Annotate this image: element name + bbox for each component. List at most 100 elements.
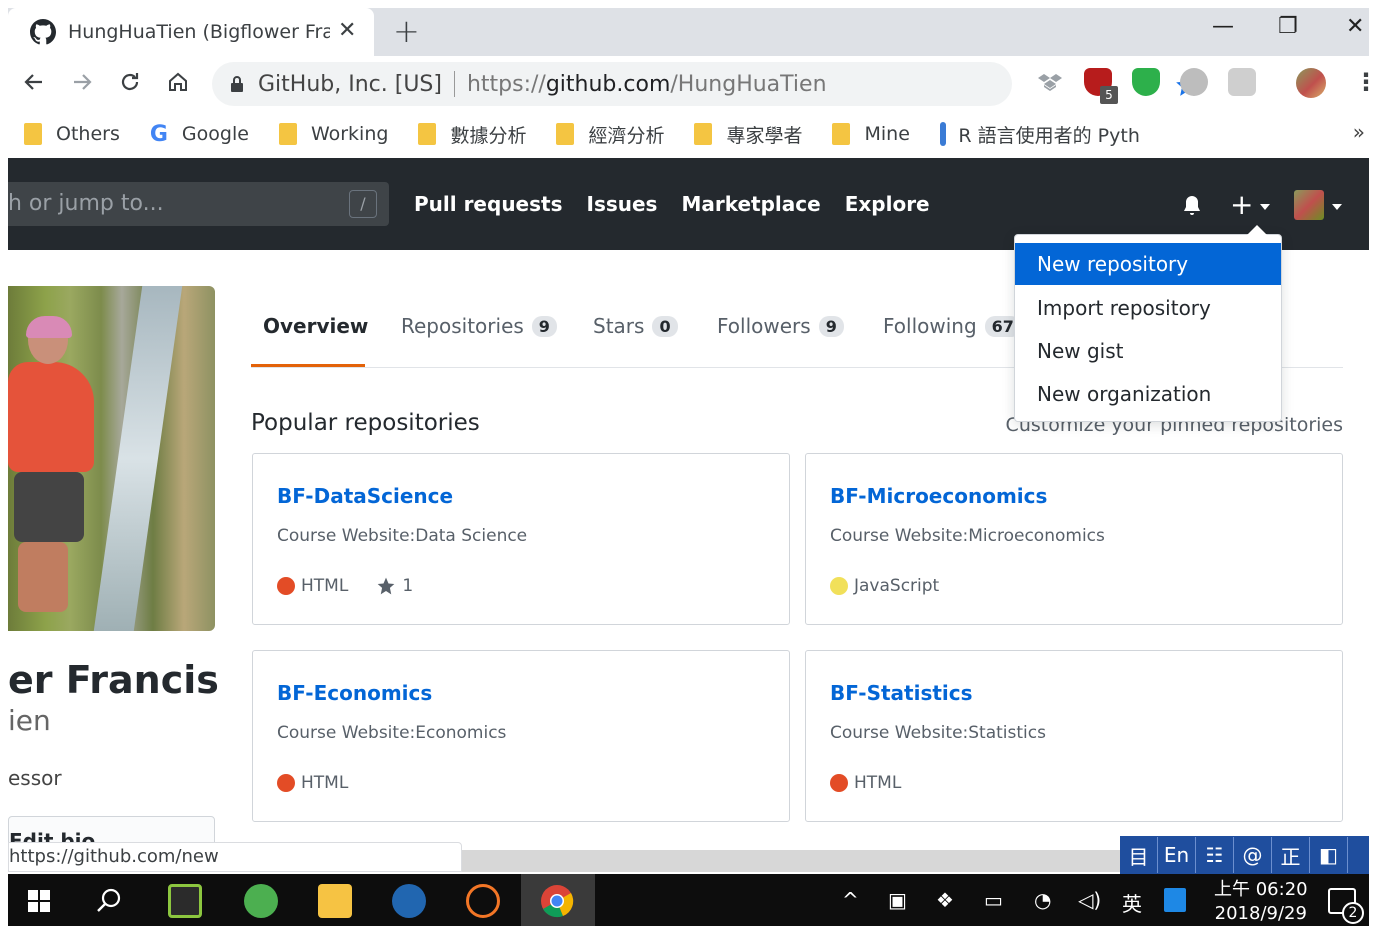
ime-width-icon[interactable]: ◧	[1310, 837, 1348, 873]
folder-icon	[832, 123, 851, 145]
horizontal-scrollbar[interactable]	[462, 850, 1122, 872]
create-new-button[interactable]: +	[1230, 188, 1253, 221]
tray-chevron-up-icon[interactable]: ^	[842, 888, 859, 912]
tray-volume-icon[interactable]: ◁)	[1078, 888, 1101, 912]
search-placeholder: h or jump to...	[8, 191, 164, 216]
repo-meta: HTML 1	[277, 576, 413, 596]
browser-tab[interactable]: HungHuaTien (Bigflower Franci ✕	[8, 8, 374, 56]
tab-repositories[interactable]: Repositories 9	[401, 314, 557, 338]
restore-icon[interactable]: ❐	[1278, 14, 1298, 39]
nav-marketplace[interactable]: Marketplace	[681, 192, 820, 216]
search-icon[interactable]	[96, 888, 122, 914]
menu-item-new-gist[interactable]: New gist	[1015, 330, 1281, 372]
menu-item-new-repository[interactable]: New repository	[1015, 243, 1281, 285]
repo-meta: JavaScript	[830, 576, 939, 596]
extension-badge: 5	[1100, 86, 1118, 104]
menu-icon[interactable]: ⋮	[1354, 68, 1377, 96]
shield-extension-icon[interactable]	[1132, 68, 1160, 96]
chrome-app-icon[interactable]	[540, 884, 574, 918]
repo-card: BF-DataScience Course Website:Data Scien…	[252, 453, 790, 625]
tab-followers[interactable]: Followers 9	[717, 314, 844, 338]
star-icon	[377, 577, 395, 595]
repo-language: HTML	[301, 576, 349, 596]
file-explorer-icon[interactable]	[318, 884, 352, 918]
back-arrow-icon	[24, 74, 42, 90]
camtasia-app-icon[interactable]	[168, 884, 202, 918]
repo-meta: HTML	[277, 773, 348, 793]
bookmarks-overflow-icon[interactable]: »	[1353, 120, 1365, 144]
bookmark-mine[interactable]: Mine	[832, 123, 910, 145]
repo-description: Course Website:Statistics	[830, 723, 1046, 743]
tray-battery-icon[interactable]: ▭	[984, 888, 1003, 912]
folder-icon	[556, 123, 575, 145]
repo-link[interactable]: BF-Economics	[277, 681, 432, 705]
search-input[interactable]: h or jump to... /	[8, 182, 389, 226]
folder-icon	[24, 123, 42, 145]
nav-issues[interactable]: Issues	[587, 192, 658, 216]
back-button[interactable]	[18, 66, 50, 98]
tray-screen-icon[interactable]: ▣	[888, 888, 907, 912]
user-avatar[interactable]	[1294, 190, 1324, 220]
repo-card: BF-Microeconomics Course Website:Microec…	[805, 453, 1343, 625]
status-bar-url: https://github.com/new	[8, 842, 462, 872]
jupyter-app-icon[interactable]	[466, 884, 500, 918]
reload-button[interactable]	[114, 66, 146, 98]
bookmark-working[interactable]: Working	[278, 123, 388, 145]
repo-meta: HTML	[830, 773, 901, 793]
photo-calf	[18, 542, 68, 612]
folder-icon	[694, 123, 713, 145]
tab-label: Stars	[593, 314, 645, 338]
menu-item-new-organization[interactable]: New organization	[1015, 373, 1281, 415]
grey-extension-icon[interactable]	[1180, 68, 1208, 96]
minimize-icon[interactable]: —	[1212, 14, 1234, 39]
tab-label: Repositories	[401, 314, 524, 338]
repo-language: JavaScript	[854, 576, 940, 596]
taskbar-clock[interactable]: 上午 06:20 2018/9/29	[1214, 878, 1308, 926]
ime-symbol-icon[interactable]: @	[1234, 837, 1272, 873]
tray-note-icon[interactable]	[1164, 888, 1186, 912]
notifications-bell-icon[interactable]	[1180, 194, 1204, 218]
bookmark-others[interactable]: Others	[24, 123, 120, 145]
windows-start-icon[interactable]	[28, 890, 50, 912]
ime-english-toggle[interactable]: En	[1158, 837, 1196, 873]
home-button[interactable]	[162, 66, 194, 98]
menu-item-import-repository[interactable]: Import repository	[1015, 287, 1281, 329]
repo-stars-link[interactable]: 1	[376, 576, 413, 596]
ime-traditional-toggle[interactable]: 正	[1272, 837, 1310, 873]
tab-overview[interactable]: Overview	[263, 314, 368, 338]
ime-layout-icon[interactable]: ☷	[1196, 837, 1234, 873]
dropbox-extension-icon[interactable]	[1036, 68, 1064, 96]
close-tab-icon[interactable]: ✕	[338, 18, 356, 43]
bookmark-data-analysis[interactable]: 數據分析	[418, 121, 526, 148]
tab-stars[interactable]: Stars 0	[593, 314, 678, 338]
atom-app-icon[interactable]	[244, 884, 278, 918]
bookmark-google[interactable]: G Google	[150, 122, 249, 147]
language-color-dot	[277, 774, 295, 792]
bookmark-experts[interactable]: 專家學者	[694, 121, 802, 148]
address-bar[interactable]: GitHub, Inc. [US] https:// github.com /H…	[212, 62, 1198, 106]
language-color-dot	[277, 577, 295, 595]
tab-following[interactable]: Following 67	[883, 314, 1021, 338]
forward-button[interactable]	[66, 66, 98, 98]
tray-ime-indicator[interactable]: 英	[1122, 888, 1142, 917]
bookmark-economic-analysis[interactable]: 經濟分析	[556, 121, 664, 148]
tray-dropbox-icon[interactable]: ❖	[936, 888, 954, 912]
profile-name: er Francis	[8, 658, 219, 702]
r-app-icon[interactable]	[392, 884, 426, 918]
window-close-icon[interactable]: ✕	[1346, 14, 1364, 39]
new-tab-button[interactable]: +	[393, 12, 420, 50]
pdf-extension-icon[interactable]	[1228, 68, 1256, 96]
nav-explore[interactable]: Explore	[845, 192, 930, 216]
repo-card: BF-Statistics Course Website:Statistics …	[805, 650, 1343, 822]
repo-link[interactable]: BF-Statistics	[830, 681, 973, 705]
repo-link[interactable]: BF-Microeconomics	[830, 484, 1047, 508]
tab-label: Followers	[717, 314, 811, 338]
tab-label: Following	[883, 314, 977, 338]
bookmark-r-python[interactable]: R 語言使用者的 Pyth	[939, 121, 1140, 148]
profile-avatar[interactable]	[1296, 68, 1326, 98]
ime-mode-icon[interactable]: 目	[1120, 837, 1158, 873]
nav-pull-requests[interactable]: Pull requests	[414, 192, 563, 216]
repo-link[interactable]: BF-DataScience	[277, 484, 453, 508]
tray-wifi-icon[interactable]: ◔	[1034, 888, 1051, 912]
bookmark-label: Others	[56, 123, 120, 145]
